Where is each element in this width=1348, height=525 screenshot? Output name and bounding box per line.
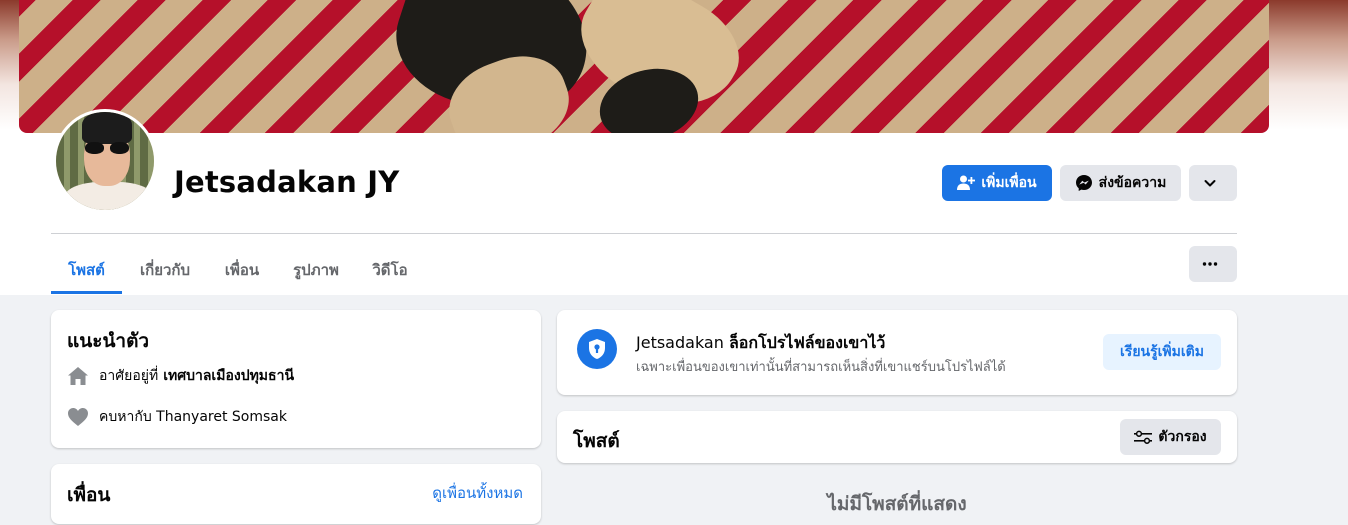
tab-photos[interactable]: รูปภาพ bbox=[278, 246, 354, 294]
intro-relationship: คบหากับ Thanyaret Somsak bbox=[67, 406, 287, 428]
tab-friends[interactable]: เพื่อน bbox=[210, 246, 274, 294]
heart-icon bbox=[67, 406, 89, 428]
chevron-down-icon bbox=[1204, 180, 1216, 187]
friends-card: เพื่อน ดูเพื่อนทั้งหมด bbox=[51, 464, 541, 524]
shield-lock-icon bbox=[577, 329, 617, 369]
relationship-text: คบหากับ Thanyaret Somsak bbox=[99, 409, 287, 425]
no-posts-message: ไม่มีโพสต์ที่แสดง bbox=[827, 493, 967, 515]
locked-title: Jetsadakan ล็อกโปรไฟล์ของเขาไว้ bbox=[636, 331, 885, 356]
tab-videos[interactable]: วิดีโอ bbox=[358, 246, 422, 294]
tab-about[interactable]: เกี่ยวกับ bbox=[124, 246, 206, 294]
locked-profile-card: Jetsadakan ล็อกโปรไฟล์ของเขาไว้ เฉพาะเพื… bbox=[557, 310, 1237, 395]
lives-prefix: อาศัยอยู่ที่ bbox=[99, 368, 159, 384]
locked-name: Jetsadakan bbox=[636, 333, 724, 352]
locked-title-suffix: ล็อกโปรไฟล์ของเขาไว้ bbox=[728, 333, 886, 352]
posts-title: โพสต์ bbox=[573, 430, 620, 452]
tabs-more-button[interactable] bbox=[1189, 246, 1237, 282]
filter-button[interactable]: ตัวกรอง bbox=[1120, 419, 1221, 455]
ellipsis-icon bbox=[1202, 262, 1218, 266]
cover-photo[interactable] bbox=[19, 0, 1269, 133]
lives-place-link[interactable]: เทศบาลเมืองปทุมธานี bbox=[163, 365, 294, 387]
messenger-icon bbox=[1075, 175, 1092, 191]
message-label: ส่งข้อความ bbox=[1098, 175, 1167, 191]
filter-icon bbox=[1134, 430, 1153, 444]
header-divider bbox=[51, 233, 1237, 234]
friends-title: เพื่อน bbox=[67, 484, 111, 506]
see-all-friends-link[interactable]: ดูเพื่อนทั้งหมด bbox=[432, 481, 523, 505]
intro-lives-in: อาศัยอยู่ที่ เทศบาลเมืองปทุมธานี bbox=[67, 365, 294, 387]
learn-more-button[interactable]: เรียนรู้เพิ่มเติม bbox=[1103, 334, 1221, 370]
intro-card: แนะนำตัว อาศัยอยู่ที่ เทศบาลเมืองปทุมธาน… bbox=[51, 310, 541, 448]
home-icon bbox=[67, 365, 89, 387]
message-button[interactable]: ส่งข้อความ bbox=[1060, 165, 1181, 201]
add-friend-icon bbox=[957, 175, 976, 190]
filter-label: ตัวกรอง bbox=[1158, 429, 1207, 445]
add-friend-label: เพิ่มเพื่อน bbox=[981, 175, 1037, 191]
intro-title: แนะนำตัว bbox=[67, 330, 150, 352]
posts-header-card: โพสต์ ตัวกรอง bbox=[557, 411, 1237, 463]
more-options-button[interactable] bbox=[1189, 165, 1237, 201]
profile-name: Jetsadakan JY bbox=[174, 165, 400, 199]
locked-subtitle: เฉพาะเพื่อนของเขาเท่านั้นที่สามารถเห็นสิ… bbox=[636, 360, 1006, 375]
profile-avatar[interactable] bbox=[53, 109, 157, 213]
tab-posts[interactable]: โพสต์ bbox=[51, 246, 122, 294]
add-friend-button[interactable]: เพิ่มเพื่อน bbox=[942, 165, 1052, 201]
